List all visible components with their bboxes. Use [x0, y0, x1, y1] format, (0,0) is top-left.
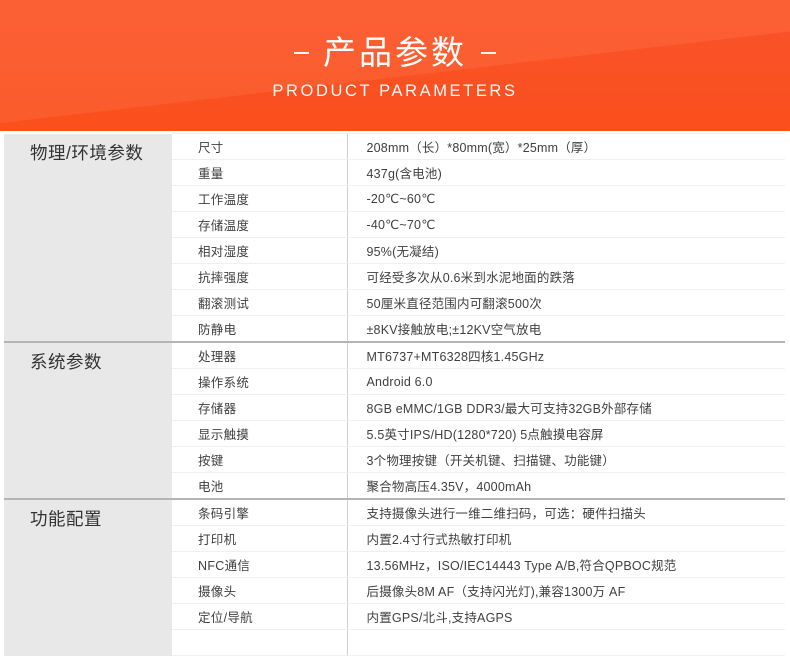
page-title-en: PRODUCT PARAMETERS: [272, 82, 518, 100]
spec-key: 打印机: [172, 525, 347, 552]
spec-key: 摄像头: [172, 577, 347, 604]
spec-key: 尺寸: [172, 133, 347, 160]
spec-value: 95%(无凝结): [346, 237, 785, 264]
spec-table-body: 物理/环境参数 尺寸 208mm（长）*80mm(宽）*25mm（厚） 重量 4…: [4, 133, 785, 656]
spec-table: 物理/环境参数 尺寸 208mm（长）*80mm(宽）*25mm（厚） 重量 4…: [4, 133, 785, 656]
page-banner: 产品参数 PRODUCT PARAMETERS: [0, 0, 790, 131]
spec-key: 操作系统: [172, 368, 347, 395]
spec-key: NFC通信: [172, 551, 347, 578]
spec-value: 50厘米直径范围内可翻滚500次: [346, 289, 785, 316]
dash-left-icon: [294, 52, 309, 54]
spec-key: 条码引擎: [172, 498, 347, 526]
spec-value: ±8KV接触放电;±12KV空气放电: [346, 315, 785, 343]
spec-value: 5.5英寸IPS/HD(1280*720) 5点触摸电容屏: [346, 420, 785, 447]
spec-key: 存储温度: [172, 211, 347, 238]
spec-key: 翻滚测试: [172, 289, 347, 316]
spec-value: [346, 629, 785, 656]
spec-value: 聚合物高压4.35V，4000mAh: [346, 472, 785, 500]
spec-value: 208mm（长）*80mm(宽）*25mm（厚）: [346, 133, 785, 160]
spec-key: 重量: [172, 159, 347, 186]
spec-key: 定位/导航: [172, 603, 347, 630]
spec-value: -40℃~70℃: [346, 211, 785, 238]
table-row: 系统参数 处理器 MT6737+MT6328四核1.45GHz: [4, 341, 785, 499]
spec-value: 437g(含电池): [346, 159, 785, 186]
spec-value: 8GB eMMC/1GB DDR3/最大可支持32GB外部存储: [346, 394, 785, 421]
spec-key: 工作温度: [172, 185, 347, 212]
spec-value: 后摄像头8M AF（支持闪光灯),兼容1300万 AF: [346, 577, 785, 604]
spec-table-wrap: 物理/环境参数 尺寸 208mm（长）*80mm(宽）*25mm（厚） 重量 4…: [0, 131, 790, 656]
spec-key: 相对湿度: [172, 237, 347, 264]
spec-value: 可经受多次从0.6米到水泥地面的跌落: [346, 263, 785, 290]
spec-value: 内置GPS/北斗,支持AGPS: [346, 603, 785, 630]
spec-value: Android 6.0: [346, 368, 785, 395]
group-label-physical: 物理/环境参数: [4, 133, 172, 342]
spec-value: 3个物理按键（开关机键、扫描键、功能键）: [346, 446, 785, 473]
spec-value: 13.56MHz，ISO/IEC14443 Type A/B,符合QPBOC规范: [346, 551, 785, 578]
spec-key: 电池: [172, 472, 347, 500]
spec-value: 支持摄像头进行一维二维扫码，可选：硬件扫描头: [346, 498, 785, 526]
group-label-system: 系统参数: [4, 341, 172, 499]
spec-key: 按键: [172, 446, 347, 473]
banner-content: 产品参数 PRODUCT PARAMETERS: [0, 0, 790, 131]
banner-title-row: 产品参数: [294, 34, 496, 72]
spec-key: 抗摔强度: [172, 263, 347, 290]
spec-key: 存储器: [172, 394, 347, 421]
dash-right-icon: [481, 52, 496, 54]
group-label-function: 功能配置: [4, 498, 172, 656]
page-title-cn: 产品参数: [323, 34, 467, 71]
spec-value: -20℃~60℃: [346, 185, 785, 212]
table-row: 物理/环境参数 尺寸 208mm（长）*80mm(宽）*25mm（厚）: [4, 133, 785, 342]
spec-key: 显示触摸: [172, 420, 347, 447]
spec-key: 防静电: [172, 315, 347, 343]
spec-value: MT6737+MT6328四核1.45GHz: [346, 341, 785, 369]
table-row: 功能配置 条码引擎 支持摄像头进行一维二维扫码，可选：硬件扫描头: [4, 498, 785, 656]
spec-value: 内置2.4寸行式热敏打印机: [346, 525, 785, 552]
spec-key: 处理器: [172, 341, 347, 369]
spec-key: [172, 629, 347, 656]
